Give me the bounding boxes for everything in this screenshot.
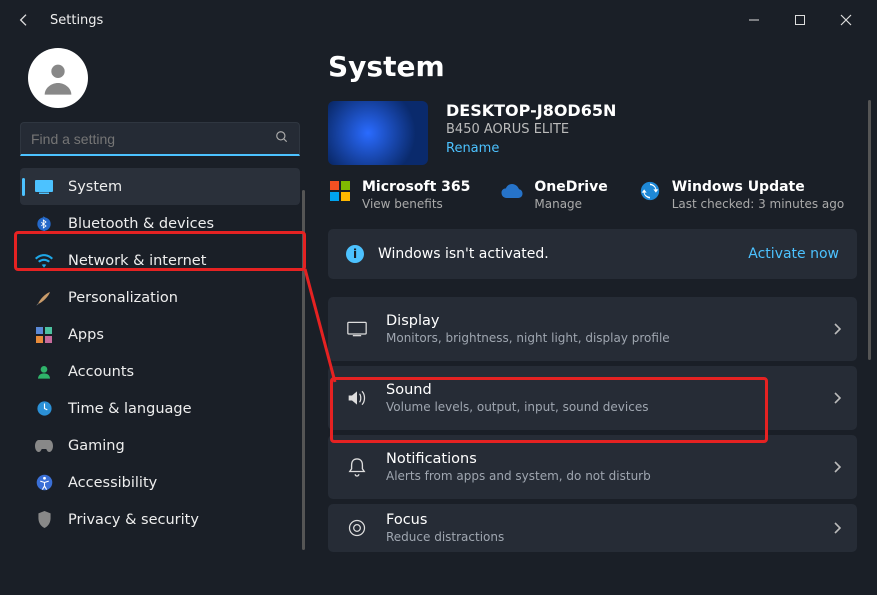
- window-close-button[interactable]: [823, 4, 869, 36]
- chevron-right-icon: [833, 389, 841, 408]
- window-maximize-button[interactable]: [777, 4, 823, 36]
- accounts-icon: [34, 362, 54, 382]
- setting-focus[interactable]: Focus Reduce distractions: [328, 504, 857, 552]
- setting-sound[interactable]: Sound Volume levels, output, input, soun…: [328, 366, 857, 430]
- window-title: Settings: [50, 13, 103, 28]
- device-board: B450 AORUS ELITE: [446, 122, 616, 137]
- service-name: Windows Update: [672, 179, 845, 195]
- activation-message: Windows isn't activated.: [378, 246, 549, 262]
- device-summary: DESKTOP-J8OD65N B450 AORUS ELITE Rename: [328, 101, 857, 165]
- user-avatar[interactable]: [28, 48, 88, 108]
- title-bar: Settings: [0, 0, 877, 40]
- focus-icon: [344, 518, 370, 538]
- sidebar-item-time-language[interactable]: Time & language: [20, 390, 300, 427]
- chevron-right-icon: [833, 519, 841, 538]
- sidebar-item-accessibility[interactable]: Accessibility: [20, 464, 300, 501]
- service-onedrive[interactable]: OneDrive Manage: [500, 179, 607, 211]
- main-scrollbar[interactable]: [868, 100, 871, 360]
- display-icon: [344, 321, 370, 337]
- sound-icon: [344, 389, 370, 407]
- setting-subtitle: Monitors, brightness, night light, displ…: [386, 331, 670, 345]
- service-microsoft365[interactable]: Microsoft 365 View benefits: [328, 179, 470, 211]
- sidebar: System Bluetooth & devices Network & int…: [0, 40, 310, 595]
- sidebar-item-apps[interactable]: Apps: [20, 316, 300, 353]
- search-input-wrapper[interactable]: [20, 122, 300, 156]
- device-wallpaper-thumb: [328, 101, 428, 165]
- sidebar-item-label: Time & language: [68, 401, 192, 417]
- setting-subtitle: Alerts from apps and system, do not dist…: [386, 469, 651, 483]
- sidebar-item-bluetooth[interactable]: Bluetooth & devices: [20, 205, 300, 242]
- search-input[interactable]: [31, 131, 275, 147]
- windows-update-icon: [638, 179, 662, 203]
- sidebar-item-label: Bluetooth & devices: [68, 216, 214, 232]
- setting-subtitle: Reduce distractions: [386, 530, 504, 544]
- sidebar-item-label: Accessibility: [68, 475, 157, 491]
- window-minimize-button[interactable]: [731, 4, 777, 36]
- accessibility-icon: [34, 473, 54, 493]
- sidebar-scrollbar[interactable]: [302, 190, 305, 550]
- sidebar-item-label: Accounts: [68, 364, 134, 380]
- setting-subtitle: Volume levels, output, input, sound devi…: [386, 400, 648, 414]
- setting-title: Sound: [386, 382, 648, 398]
- sidebar-item-label: Personalization: [68, 290, 178, 306]
- gaming-icon: [34, 436, 54, 456]
- setting-title: Display: [386, 313, 670, 329]
- rename-link[interactable]: Rename: [446, 141, 499, 156]
- setting-title: Notifications: [386, 451, 651, 467]
- service-name: OneDrive: [534, 179, 607, 195]
- search-icon: [275, 130, 289, 148]
- shield-icon: [34, 510, 54, 530]
- back-button[interactable]: [8, 4, 40, 36]
- sidebar-item-personalization[interactable]: Personalization: [20, 279, 300, 316]
- service-action: Manage: [534, 197, 607, 211]
- sidebar-item-accounts[interactable]: Accounts: [20, 353, 300, 390]
- main-panel: System DESKTOP-J8OD65N B450 AORUS ELITE …: [310, 40, 877, 595]
- wifi-icon: [34, 251, 54, 271]
- sidebar-item-label: System: [68, 179, 122, 195]
- chevron-right-icon: [833, 458, 841, 477]
- service-windows-update[interactable]: Windows Update Last checked: 3 minutes a…: [638, 179, 845, 211]
- microsoft365-icon: [328, 179, 352, 203]
- sidebar-item-label: Gaming: [68, 438, 125, 454]
- sidebar-item-label: Apps: [68, 327, 104, 343]
- sidebar-item-privacy[interactable]: Privacy & security: [20, 501, 300, 538]
- page-heading: System: [328, 50, 857, 83]
- info-icon: i: [346, 245, 364, 263]
- sidebar-item-label: Privacy & security: [68, 512, 199, 528]
- device-name: DESKTOP-J8OD65N: [446, 101, 616, 120]
- setting-display[interactable]: Display Monitors, brightness, night ligh…: [328, 297, 857, 361]
- chevron-right-icon: [833, 320, 841, 339]
- activate-now-link[interactable]: Activate now: [748, 246, 839, 262]
- setting-notifications[interactable]: Notifications Alerts from apps and syste…: [328, 435, 857, 499]
- sidebar-item-system[interactable]: System: [20, 168, 300, 205]
- paintbrush-icon: [34, 288, 54, 308]
- service-action: View benefits: [362, 197, 470, 211]
- sidebar-item-gaming[interactable]: Gaming: [20, 427, 300, 464]
- clock-globe-icon: [34, 399, 54, 419]
- bluetooth-icon: [34, 214, 54, 234]
- service-name: Microsoft 365: [362, 179, 470, 195]
- setting-title: Focus: [386, 512, 504, 528]
- activation-banner[interactable]: i Windows isn't activated. Activate now: [328, 229, 857, 279]
- apps-icon: [34, 325, 54, 345]
- sidebar-item-label: Network & internet: [68, 253, 206, 269]
- system-icon: [34, 177, 54, 197]
- sidebar-item-network[interactable]: Network & internet: [20, 242, 300, 279]
- service-action: Last checked: 3 minutes ago: [672, 197, 845, 211]
- onedrive-icon: [500, 179, 524, 203]
- bell-icon: [344, 457, 370, 477]
